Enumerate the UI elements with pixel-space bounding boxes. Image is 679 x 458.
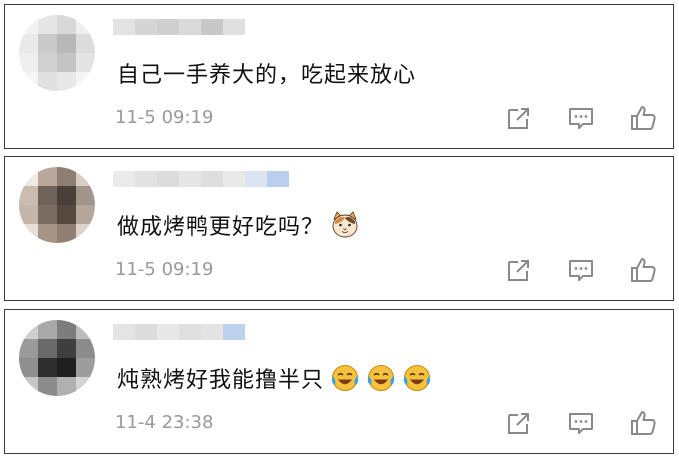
thumbs-up-icon (631, 106, 656, 130)
comment-card: 做成烤鸭更好吃吗？ 11-5 09:19 (4, 156, 674, 301)
avatar[interactable] (19, 15, 95, 91)
comment-icon (569, 413, 593, 434)
comment-actions (473, 103, 659, 133)
share-icon (508, 413, 529, 434)
comment-text: 炖熟烤好我能撸半只 (117, 362, 432, 394)
thumbs-up-icon (631, 411, 656, 435)
laughing-crying-emoji (367, 365, 395, 391)
share-button[interactable] (503, 103, 535, 133)
share-icon (508, 260, 529, 281)
reply-button[interactable] (565, 408, 597, 438)
avatar[interactable] (19, 320, 95, 396)
comment-timestamp: 11-4 23:38 (115, 412, 214, 433)
comment-text: 自己一手养大的，吃起来放心 (117, 63, 417, 88)
username-blurred[interactable] (113, 324, 245, 340)
cat-face-emoji (332, 211, 358, 238)
comment-actions (473, 255, 659, 285)
share-button[interactable] (503, 408, 535, 438)
comment-card: 炖熟烤好我能撸半只 11-4 23:38 (4, 309, 674, 454)
comment-icon (569, 260, 593, 281)
share-icon (508, 108, 529, 129)
share-button[interactable] (503, 255, 535, 285)
like-button[interactable] (627, 103, 659, 133)
reply-button[interactable] (565, 103, 597, 133)
laughing-crying-emoji (331, 365, 359, 391)
comment-icon (569, 108, 593, 129)
comment-text: 做成烤鸭更好吃吗？ (117, 209, 360, 241)
comment-timestamp: 11-5 09:19 (115, 259, 214, 280)
comment-actions (473, 408, 659, 438)
thumbs-up-icon (631, 258, 656, 282)
username-blurred[interactable] (113, 171, 289, 187)
username-blurred[interactable] (113, 19, 245, 35)
avatar[interactable] (19, 167, 95, 243)
like-button[interactable] (627, 255, 659, 285)
like-button[interactable] (627, 408, 659, 438)
comment-card: 自己一手养大的，吃起来放心 11-5 09:19 (4, 4, 674, 149)
laughing-crying-emoji (403, 365, 431, 391)
reply-button[interactable] (565, 255, 597, 285)
comment-timestamp: 11-5 09:19 (115, 107, 214, 128)
